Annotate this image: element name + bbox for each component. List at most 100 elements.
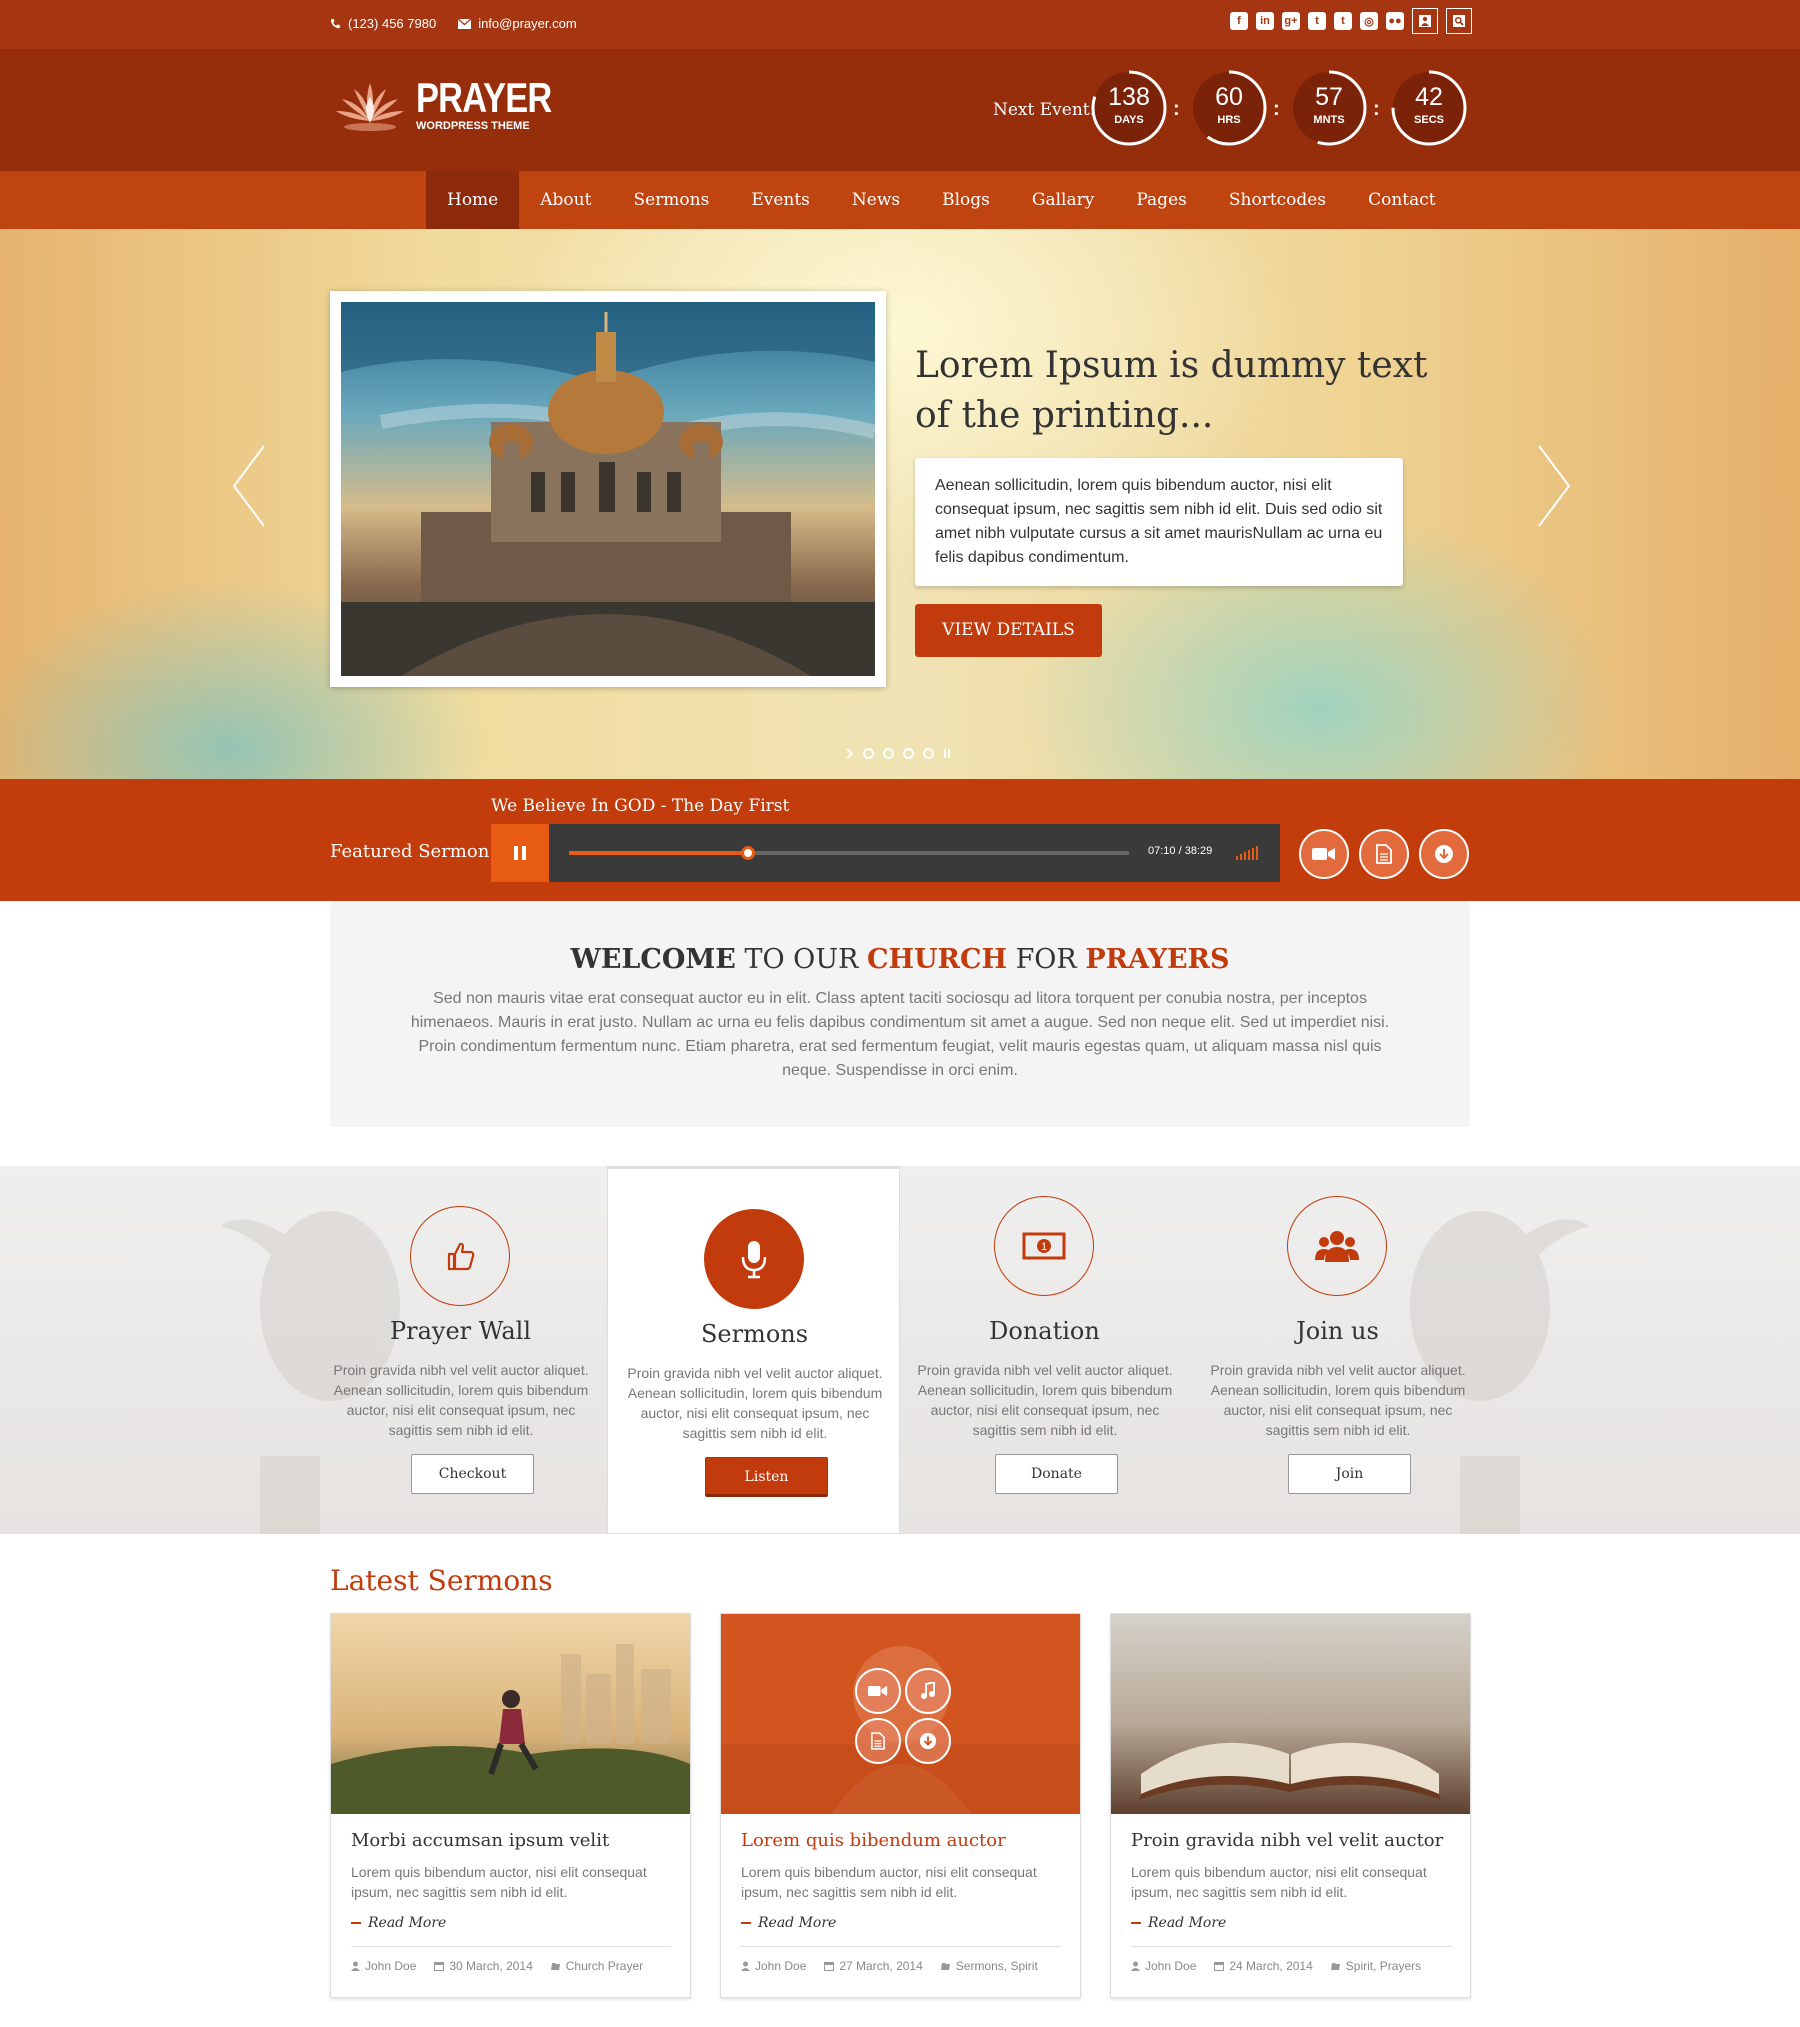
video-overlay-button[interactable] <box>855 1668 901 1714</box>
category-meta[interactable]: Spirit, Prayers <box>1330 1959 1421 1973</box>
tumblr-icon[interactable]: t <box>1334 12 1352 30</box>
email-contact[interactable]: info@prayer.com <box>458 16 577 31</box>
hero-slider: Lorem Ipsum is dummy text of the printin… <box>0 229 1800 779</box>
countdown-hrs: 60 HRS <box>1189 68 1269 148</box>
svg-text:1: 1 <box>1041 1241 1047 1253</box>
latest-sermons-title: Latest Sermons <box>330 1564 553 1597</box>
notes-overlay-button[interactable] <box>855 1718 901 1764</box>
user-icon <box>1419 15 1431 27</box>
phone-icon <box>330 18 341 29</box>
countdown-secs: 42 SECS <box>1389 68 1469 148</box>
author-meta[interactable]: John Doe <box>741 1959 806 1973</box>
countdown-mnts: 57 MNTS <box>1289 68 1369 148</box>
money-icon[interactable]: 1 <box>994 1196 1094 1296</box>
read-more-link[interactable]: Read More <box>351 1915 446 1931</box>
slider-dots <box>863 748 934 759</box>
search-button[interactable] <box>1446 8 1472 34</box>
nav-item-about[interactable]: About <box>519 171 612 229</box>
sermon-card-image[interactable] <box>1111 1614 1470 1814</box>
cathedral-image <box>341 302 875 676</box>
user-icon <box>741 1961 750 1971</box>
sermon-card: Morbi accumsan ipsum velit Lorem quis bib… <box>330 1613 691 1998</box>
slider-next-arrow[interactable] <box>1533 444 1573 528</box>
instagram-icon[interactable]: ◎ <box>1360 12 1378 30</box>
feature-button-join[interactable]: Join <box>1288 1454 1411 1494</box>
category-meta[interactable]: Sermons, Spirit <box>940 1959 1038 1973</box>
sermon-card-image[interactable] <box>331 1614 690 1814</box>
feature-button-listen[interactable]: Listen <box>705 1457 828 1497</box>
download-button[interactable] <box>1419 829 1469 879</box>
user-login-button[interactable] <box>1412 8 1438 34</box>
slider-dot[interactable] <box>923 748 934 759</box>
feature-title: Donation <box>989 1317 1100 1345</box>
play-icon[interactable] <box>846 748 854 759</box>
date-meta: 30 March, 2014 <box>434 1959 533 1973</box>
read-more-link[interactable]: Read More <box>741 1915 836 1931</box>
author-meta[interactable]: John Doe <box>1131 1959 1196 1973</box>
nav-item-shortcodes[interactable]: Shortcodes <box>1208 171 1347 229</box>
thumbs-up-icon[interactable] <box>410 1206 510 1306</box>
date-meta: 24 March, 2014 <box>1214 1959 1313 1973</box>
audio-overlay-button[interactable] <box>905 1668 951 1714</box>
nav-item-contact[interactable]: Contact <box>1347 171 1457 229</box>
download-overlay-button[interactable] <box>905 1718 951 1764</box>
countdown-value: 57 <box>1315 83 1343 111</box>
nav-item-blogs[interactable]: Blogs <box>921 171 1011 229</box>
sermon-card: Proin gravida nibh vel velit auctor Lorem… <box>1110 1613 1471 1998</box>
site-logo[interactable]: PRAYER WORDPRESS THEME <box>330 75 581 135</box>
logo-title: PRAYER <box>416 74 552 121</box>
folder-icon <box>940 1963 950 1970</box>
sermon-card-text: Lorem quis bibendum auctor, nisi elit co… <box>351 1864 647 1900</box>
slider-dot[interactable] <box>883 748 894 759</box>
folder-icon <box>550 1963 560 1970</box>
slider-dot[interactable] <box>903 748 914 759</box>
music-note-icon <box>921 1682 935 1699</box>
users-icon[interactable] <box>1287 1196 1387 1296</box>
slide-description: Aenean sollicitudin, lorem quis bibendum… <box>915 458 1403 586</box>
sermon-card-title[interactable]: Lorem quis bibendum auctor <box>741 1830 1006 1851</box>
video-button[interactable] <box>1299 829 1349 879</box>
feature-text: Proin gravida nibh vel velit auctor aliq… <box>627 1365 883 1441</box>
facebook-icon[interactable]: f <box>1230 12 1248 30</box>
time-display: 07:10 / 38:29 <box>1148 845 1213 857</box>
countdown-value: 60 <box>1215 83 1243 111</box>
nav-item-events[interactable]: Events <box>730 171 831 229</box>
progress-handle[interactable] <box>741 846 756 860</box>
volume-icon[interactable] <box>1236 846 1258 860</box>
feature-button-donate[interactable]: Donate <box>995 1454 1118 1494</box>
sermon-card-meta: John Doe 24 March, 2014 Spirit, Prayers <box>1131 1946 1451 1973</box>
nav-item-gallary[interactable]: Gallary <box>1011 171 1115 229</box>
author-meta[interactable]: John Doe <box>351 1959 416 1973</box>
nav-item-home[interactable]: Home <box>426 171 520 229</box>
sermon-card-title[interactable]: Morbi accumsan ipsum velit <box>351 1830 609 1851</box>
phone-contact[interactable]: (123) 456 7980 <box>330 16 436 31</box>
sermon-card-title[interactable]: Proin gravida nibh vel velit auctor <box>1131 1830 1443 1851</box>
notes-button[interactable] <box>1359 829 1409 879</box>
nav-item-sermons[interactable]: Sermons <box>612 171 730 229</box>
category-meta[interactable]: Church Prayer <box>550 1959 643 1973</box>
linkedin-icon[interactable]: in <box>1256 12 1274 30</box>
microphone-icon[interactable] <box>704 1209 804 1309</box>
nav-item-pages[interactable]: Pages <box>1115 171 1207 229</box>
google-plus-icon[interactable]: g+ <box>1282 12 1300 30</box>
slider-prev-arrow[interactable] <box>230 444 270 528</box>
document-icon <box>871 1732 885 1750</box>
download-icon <box>1435 845 1453 863</box>
twitter-icon[interactable]: t <box>1308 12 1326 30</box>
slider-dot[interactable] <box>863 748 874 759</box>
nav-item-news[interactable]: News <box>831 171 921 229</box>
sermon-card-image[interactable] <box>721 1614 1080 1814</box>
view-details-button[interactable]: VIEW DETAILS <box>915 604 1102 657</box>
countdown-days: 138 DAYS <box>1089 68 1169 148</box>
progress-track[interactable] <box>569 846 1129 860</box>
countdown-separator: : <box>1373 98 1380 120</box>
countdown-value: 138 <box>1108 83 1150 111</box>
pause-icon[interactable] <box>943 748 951 759</box>
pause-button[interactable] <box>491 824 549 882</box>
countdown-value: 42 <box>1415 83 1443 111</box>
read-more-link[interactable]: Read More <box>1131 1915 1226 1931</box>
flickr-icon[interactable]: ●● <box>1386 12 1404 30</box>
feature-button-checkout[interactable]: Checkout <box>411 1454 534 1494</box>
feature-title: Join us <box>1296 1317 1379 1345</box>
welcome-text: Sed non mauris vitae erat consequat auct… <box>410 990 1390 1079</box>
